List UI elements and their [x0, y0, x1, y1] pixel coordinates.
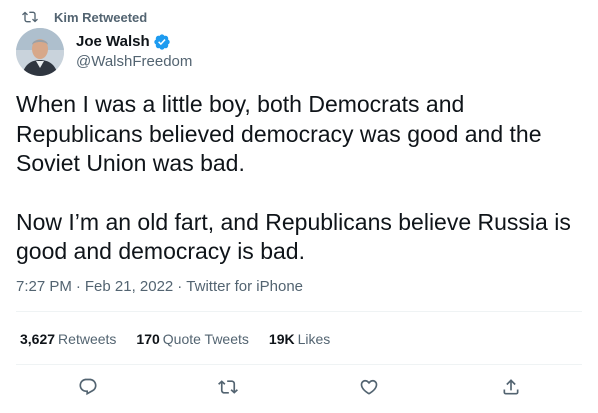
retweets-stat[interactable]: 3,627 Retweets [20, 331, 116, 347]
tweet-paragraph: When I was a little boy, both Democrats … [16, 91, 542, 176]
tweet-time[interactable]: 7:27 PM [16, 278, 72, 295]
retweet-icon [22, 9, 38, 25]
tweet-paragraph: Now I’m an old fart, and Republicans bel… [16, 208, 571, 265]
meta-separator: · [75, 278, 81, 295]
tweet-date[interactable]: Feb 21, 2022 [85, 278, 173, 295]
tweet-text: When I was a little boy, both Democrats … [16, 90, 582, 267]
quote-tweets-count: 170 [136, 331, 160, 347]
likes-label: Likes [297, 331, 331, 347]
tweet-meta: 7:27 PM · Feb 21, 2022 · Twitter for iPh… [16, 278, 303, 295]
author-block: Joe Walsh @WalshFreedom [76, 32, 192, 72]
quote-tweets-stat[interactable]: 170 Quote Tweets [136, 331, 249, 347]
tweet-detail: Kim Retweeted Joe Walsh @WalshFreedom Wh… [0, 0, 598, 413]
divider [16, 364, 582, 365]
divider [16, 311, 582, 312]
likes-count: 19K [268, 331, 295, 347]
share-icon [501, 377, 521, 402]
tweet-source[interactable]: Twitter for iPhone [186, 278, 303, 295]
reply-icon [78, 377, 98, 402]
share-button[interactable] [498, 376, 524, 402]
tweet-actions [16, 376, 582, 402]
retweets-label: Retweets [58, 331, 117, 347]
retweet-context-label[interactable]: Kim Retweeted [54, 10, 147, 25]
retweet-context: Kim Retweeted [22, 8, 147, 26]
heart-icon [359, 377, 379, 402]
retweet-button[interactable] [215, 376, 241, 402]
reply-button[interactable] [75, 376, 101, 402]
retweet-icon [218, 377, 238, 402]
meta-separator: · [177, 278, 183, 295]
like-button[interactable] [356, 376, 382, 402]
retweets-count: 3,627 [20, 331, 56, 347]
author-handle[interactable]: @WalshFreedom [76, 52, 192, 72]
author-name-row: Joe Walsh [76, 32, 192, 52]
avatar[interactable] [16, 28, 64, 76]
tweet-stats: 3,627 Retweets 170 Quote Tweets 19K Likes [20, 331, 350, 347]
quote-tweets-label: Quote Tweets [162, 331, 249, 347]
likes-stat[interactable]: 19K Likes [269, 331, 330, 347]
verified-badge-icon [153, 33, 171, 51]
author-name[interactable]: Joe Walsh [76, 32, 150, 52]
